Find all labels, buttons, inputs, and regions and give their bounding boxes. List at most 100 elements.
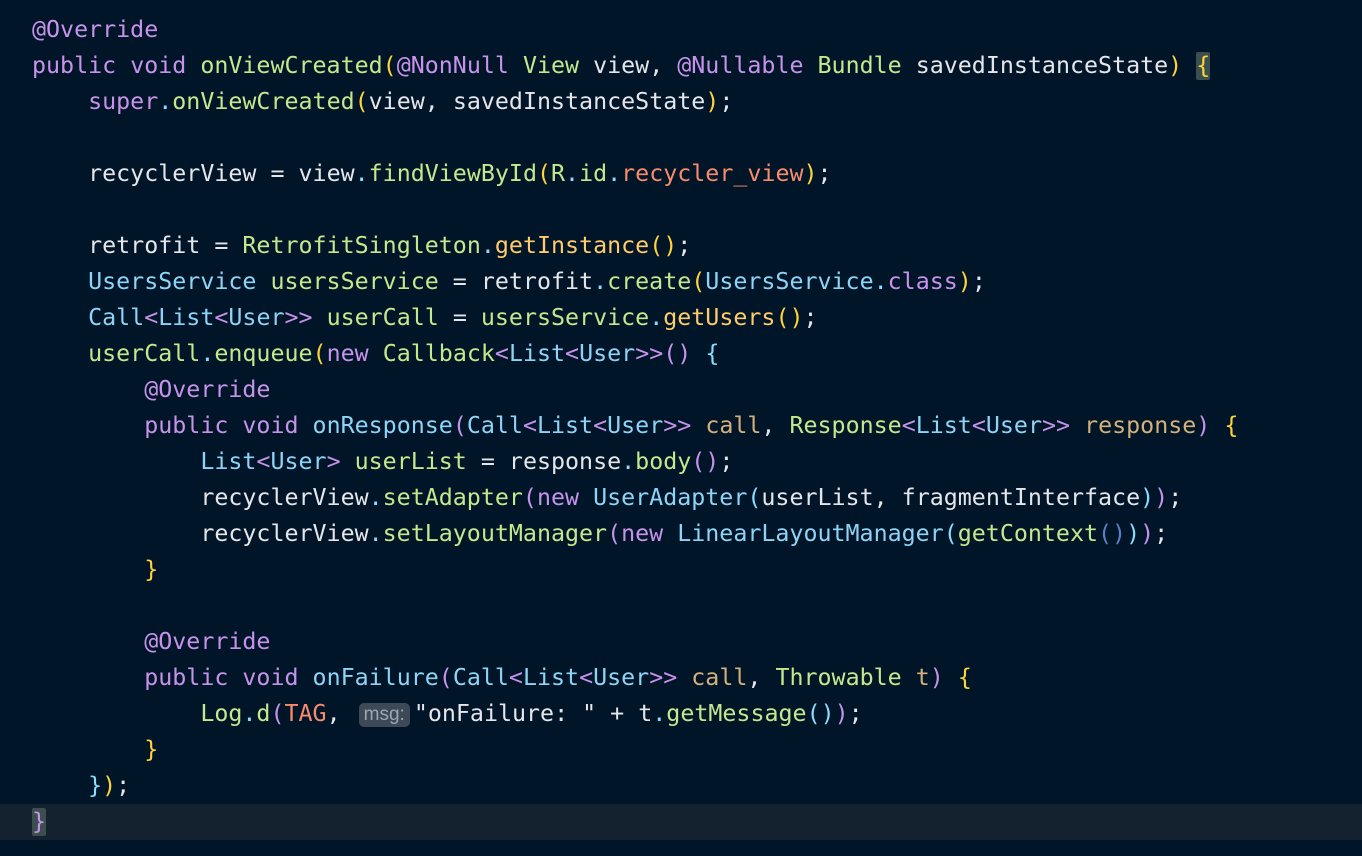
code-token: view	[298, 160, 355, 187]
code-line[interactable]: public void onFailure(Call<List<User>> c…	[32, 660, 972, 696]
code-token: @Override	[144, 628, 271, 655]
code-token: User	[228, 304, 285, 331]
current-line-highlight	[0, 804, 1362, 840]
matched-brace: }	[32, 808, 47, 836]
code-token: RetrofitSingleton	[242, 232, 481, 259]
code-token: List	[158, 304, 215, 331]
code-token: (	[438, 664, 453, 691]
code-token: UsersService	[88, 268, 271, 295]
code-token: savedInstanceState	[915, 52, 1169, 79]
code-editor[interactable]: @Override public void onViewCreated(@NonN…	[0, 0, 1362, 856]
code-token: ;	[1168, 484, 1183, 511]
code-token: (	[943, 520, 958, 547]
code-token: <	[508, 664, 523, 691]
code-token: retrofit	[480, 268, 594, 295]
code-token: getUsers	[663, 304, 776, 331]
code-token: Callback	[382, 340, 495, 367]
code-token: <	[593, 412, 608, 439]
code-token: }	[144, 556, 159, 583]
code-token: <	[522, 412, 537, 439]
code-token: Call	[466, 412, 523, 439]
code-token: id	[579, 160, 608, 187]
code-token: Bundle	[817, 52, 916, 79]
code-line[interactable]: List<User> userList = response.body();	[32, 444, 733, 480]
code-token: onViewCreated	[172, 88, 355, 115]
code-token: public	[32, 52, 131, 79]
code-token: ;	[719, 448, 734, 475]
code-token: recyclerView	[200, 520, 369, 547]
code-token: <	[579, 664, 594, 691]
code-token: ;	[817, 160, 832, 187]
code-token: onResponse	[312, 412, 453, 439]
code-token: (	[354, 88, 369, 115]
code-line[interactable]: });	[32, 768, 130, 804]
code-token: onViewCreated	[200, 52, 383, 79]
code-line[interactable]: }	[32, 804, 47, 840]
code-line[interactable]: public void onViewCreated(@NonNull View …	[32, 48, 1211, 84]
code-line[interactable]: @Override	[32, 372, 270, 408]
code-line[interactable]: public void onResponse(Call<List<User>> …	[32, 408, 1238, 444]
code-line[interactable]: @Override	[32, 624, 270, 660]
code-token: body	[635, 448, 692, 475]
code-token: List	[200, 448, 257, 475]
code-line[interactable]: retrofit = RetrofitSingleton.getInstance…	[32, 228, 691, 264]
code-line[interactable]: Log.d(TAG, msg: "onFailure: " + t.getMess…	[32, 696, 863, 732]
code-token: )	[1140, 520, 1155, 547]
code-token: <	[494, 340, 509, 367]
code-token: ;	[803, 304, 818, 331]
code-token: onFailure	[312, 664, 439, 691]
code-token: +	[596, 700, 639, 727]
parameter-hint: msg:	[358, 703, 410, 727]
code-token: @Override	[144, 376, 271, 403]
code-token: create	[607, 268, 692, 295]
code-token: <	[144, 304, 159, 331]
code-line[interactable]: recyclerView.setLayoutManager(new Linear…	[32, 516, 1168, 552]
code-token: userList	[354, 448, 481, 475]
code-token: recycler_view	[621, 160, 804, 187]
code-line[interactable]: UsersService usersService = retrofit.cre…	[32, 264, 986, 300]
code-token: Log	[200, 700, 243, 727]
code-token: <	[256, 448, 271, 475]
code-token: userCall	[326, 304, 453, 331]
code-line[interactable]: super.onViewCreated(view, savedInstanceS…	[32, 84, 733, 120]
code-token: Response	[789, 412, 902, 439]
code-token: )	[803, 160, 818, 187]
code-token: <	[901, 412, 916, 439]
code-line[interactable]: }	[32, 732, 158, 768]
code-token: )	[102, 772, 117, 799]
code-line[interactable]: recyclerView = view.findViewById(R.id.re…	[32, 156, 832, 192]
code-line[interactable]: }	[32, 552, 158, 588]
code-token: ,	[747, 664, 776, 691]
code-line[interactable]: recyclerView.setAdapter(new UserAdapter(…	[32, 480, 1182, 516]
code-token: ;	[971, 268, 986, 295]
code-token: .	[242, 700, 257, 727]
code-token: <	[971, 412, 986, 439]
code-token: )	[1168, 52, 1183, 79]
code-token: t	[915, 664, 930, 691]
code-line[interactable]: Call<List<User>> userCall = usersService…	[32, 300, 818, 336]
code-token: usersService	[270, 268, 453, 295]
code-token: response	[508, 448, 622, 475]
code-token: "onFailure: "	[413, 700, 597, 727]
code-token: call	[691, 664, 748, 691]
code-token: userList	[761, 484, 874, 511]
code-line[interactable]: @Override	[32, 12, 158, 48]
code-line[interactable]: userCall.enqueue(new Callback<List<User>…	[32, 336, 719, 372]
code-token: (	[536, 160, 551, 187]
code-token: .	[200, 340, 215, 367]
code-token: public	[144, 664, 243, 691]
code-token: ,	[424, 88, 453, 115]
code-token: ()	[663, 340, 692, 367]
code-token: >>	[284, 304, 327, 331]
code-token: Call	[88, 304, 145, 331]
code-token: void	[242, 412, 313, 439]
code-token: User	[985, 412, 1042, 439]
